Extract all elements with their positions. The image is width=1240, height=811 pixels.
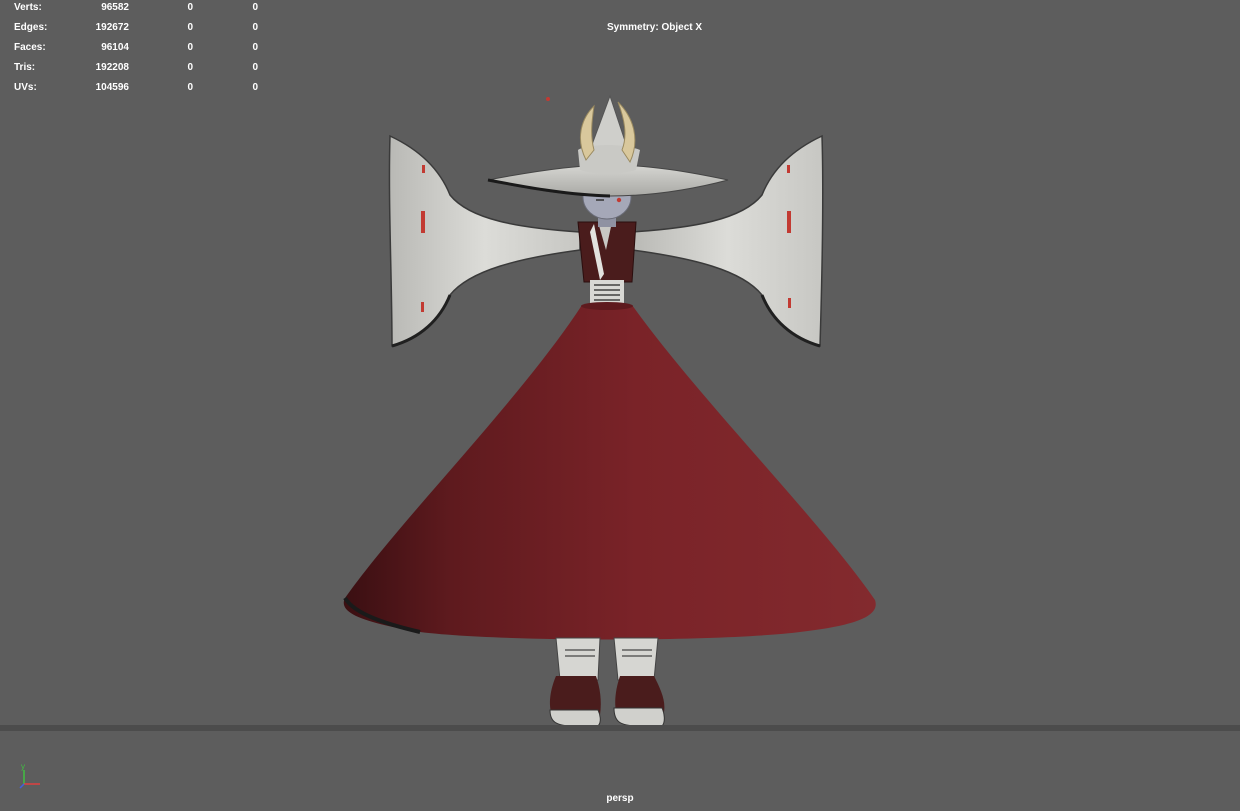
shoes xyxy=(549,676,665,727)
camera-name-label: persp xyxy=(606,793,634,804)
legs xyxy=(555,637,659,681)
left-sleeve xyxy=(388,134,581,348)
y-axis-label: y xyxy=(21,762,25,771)
3d-viewport[interactable]: Verts: 96582 0 0 Edges: 192672 0 0 Faces… xyxy=(0,0,1240,811)
character-model[interactable] xyxy=(0,0,1240,811)
ground-grid-line xyxy=(0,725,1240,731)
axis-gizmo: y xyxy=(19,762,40,789)
hat xyxy=(487,94,729,198)
z-axis-icon xyxy=(19,783,25,789)
skirt xyxy=(343,302,876,640)
right-sleeve xyxy=(631,134,824,348)
torso xyxy=(577,221,637,306)
